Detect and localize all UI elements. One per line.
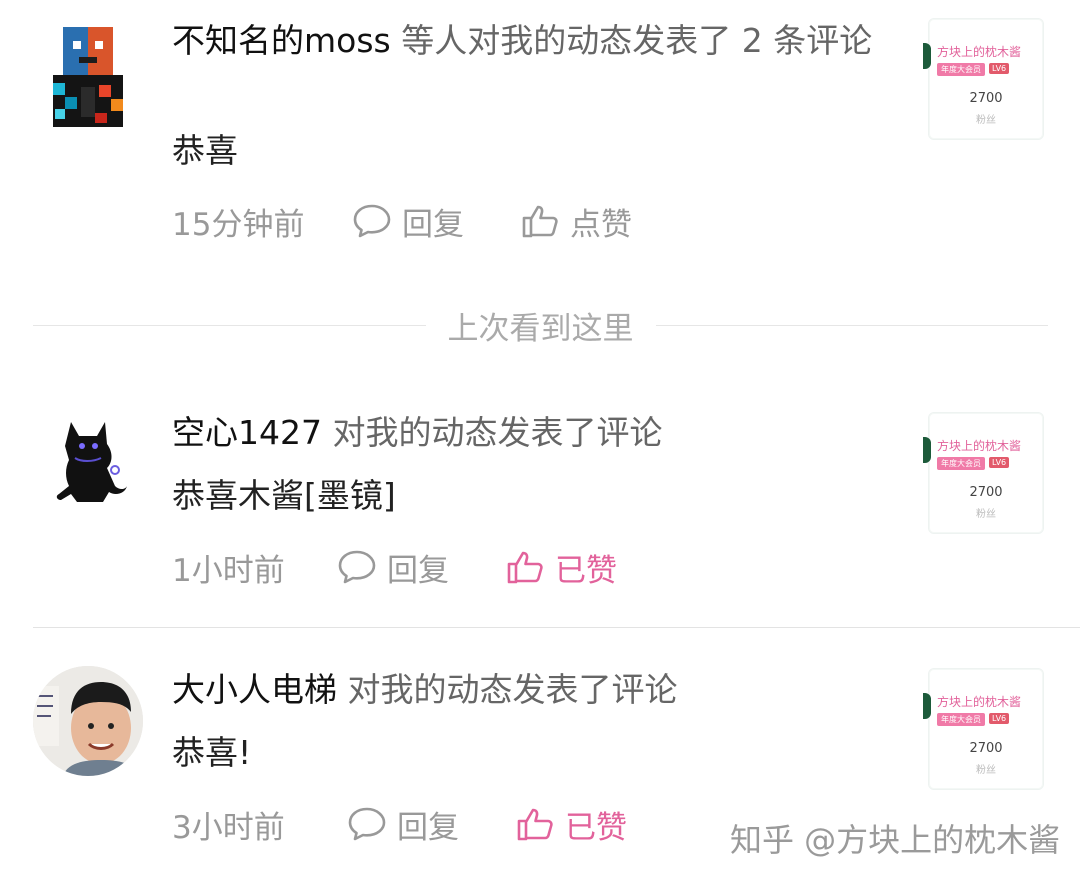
comment-bubble-icon [353, 204, 391, 238]
avatar[interactable] [33, 666, 143, 776]
thumbnail-name: 方块上的枕木酱 [937, 695, 1022, 709]
thumbnail-count-label: 粉丝 [976, 115, 996, 126]
notification-title: 大小人电梯 对我的动态发表了评论 [172, 667, 892, 713]
timestamp: 15分钟前 [172, 206, 305, 243]
username[interactable]: 不知名的moss [172, 21, 391, 60]
like-label: 已赞 [565, 809, 627, 846]
notification-meta: 1小时前 回复 已赞 [172, 544, 673, 590]
thumbnail-name: 方块上的枕木酱 [937, 439, 1022, 453]
avatar[interactable] [33, 410, 143, 520]
thumbs-up-icon [517, 808, 553, 841]
thumbs-up-icon [507, 551, 543, 584]
thumbnail-vip-badge: 年度大会员 [937, 63, 985, 76]
watermark: 知乎 @方块上的枕木酱 [730, 821, 1061, 859]
post-thumbnail[interactable]: 方块上的枕木酱 年度大会员 LV6 2700 粉丝 [923, 412, 1044, 534]
photo-avatar-icon [33, 666, 143, 776]
reply-button[interactable]: 回复 [337, 545, 449, 590]
thumbnail-count: 2700 [969, 91, 1003, 106]
item-separator [33, 627, 1080, 628]
thumbnail-level-badge: LV6 [989, 63, 1010, 74]
thumbnail-name: 方块上的枕木酱 [937, 45, 1022, 59]
divider-line-left [33, 324, 426, 326]
comment-bubble-icon [338, 550, 376, 584]
thumbnail-vip-badge: 年度大会员 [937, 713, 985, 726]
like-button[interactable]: 点赞 [520, 199, 632, 244]
reply-button[interactable]: 回复 [347, 802, 459, 847]
comment-text[interactable]: 恭喜木酱[墨镜] [172, 473, 396, 519]
like-label: 已赞 [555, 552, 617, 589]
thumbnail-vip-badge: 年度大会员 [937, 457, 985, 470]
notification-action-text: 对我的动态发表了评论 [347, 670, 678, 709]
like-button[interactable]: 已赞 [505, 545, 617, 590]
like-button[interactable]: 已赞 [515, 802, 627, 847]
notification-action-text: 等人对我的动态发表了 2 条评论 [401, 21, 873, 60]
notification-action-text: 对我的动态发表了评论 [332, 413, 663, 452]
notification-item[interactable]: 空心1427 对我的动态发表了评论 恭喜木酱[墨镜] 1小时前 回复 已赞 方块… [0, 380, 1080, 620]
comment-text[interactable]: 恭喜! [172, 730, 251, 776]
post-thumbnail[interactable]: 方块上的枕木酱 年度大会员 LV6 2700 粉丝 [923, 18, 1044, 140]
black-cat-avatar-icon [56, 422, 128, 502]
thumbs-up-icon [522, 205, 558, 238]
timestamp: 1小时前 [172, 552, 285, 589]
thumbnail-edge [923, 693, 931, 719]
thumbnail-count: 2700 [969, 741, 1003, 756]
thumbnail-edge [923, 43, 931, 69]
thumbnail-level-badge: LV6 [989, 713, 1010, 724]
divider-label: 上次看到这里 [447, 310, 634, 347]
reply-label: 回复 [397, 809, 459, 846]
username[interactable]: 大小人电梯 [172, 670, 337, 709]
last-seen-divider: 上次看到这里 [33, 302, 1048, 348]
thumbnail-edge [923, 437, 931, 463]
reply-label: 回复 [402, 206, 464, 243]
divider-line-right [655, 324, 1048, 326]
notification-item[interactable]: 不知名的moss 等人对我的动态发表了 2 条评论 恭喜 15分钟前 回复 点赞… [0, 0, 1080, 270]
avatar[interactable] [33, 27, 143, 137]
notification-title: 空心1427 对我的动态发表了评论 [172, 410, 892, 456]
timestamp: 3小时前 [172, 809, 285, 846]
pixel-avatar-icon [53, 27, 123, 127]
notification-title: 不知名的moss 等人对我的动态发表了 2 条评论 [172, 18, 892, 64]
notification-meta: 3小时前 回复 已赞 [172, 801, 683, 847]
post-thumbnail[interactable]: 方块上的枕木酱 年度大会员 LV6 2700 粉丝 [923, 668, 1044, 790]
thumbnail-level-badge: LV6 [989, 457, 1010, 468]
notification-meta: 15分钟前 回复 点赞 [172, 198, 688, 244]
reply-button[interactable]: 回复 [352, 199, 464, 244]
thumbnail-count-label: 粉丝 [976, 509, 996, 520]
thumbnail-count: 2700 [969, 485, 1003, 500]
comment-bubble-icon [348, 807, 386, 841]
comment-text[interactable]: 恭喜 [172, 128, 238, 174]
thumbnail-count-label: 粉丝 [976, 765, 996, 776]
username[interactable]: 空心1427 [172, 413, 322, 452]
reply-label: 回复 [387, 552, 449, 589]
like-label: 点赞 [570, 206, 632, 243]
